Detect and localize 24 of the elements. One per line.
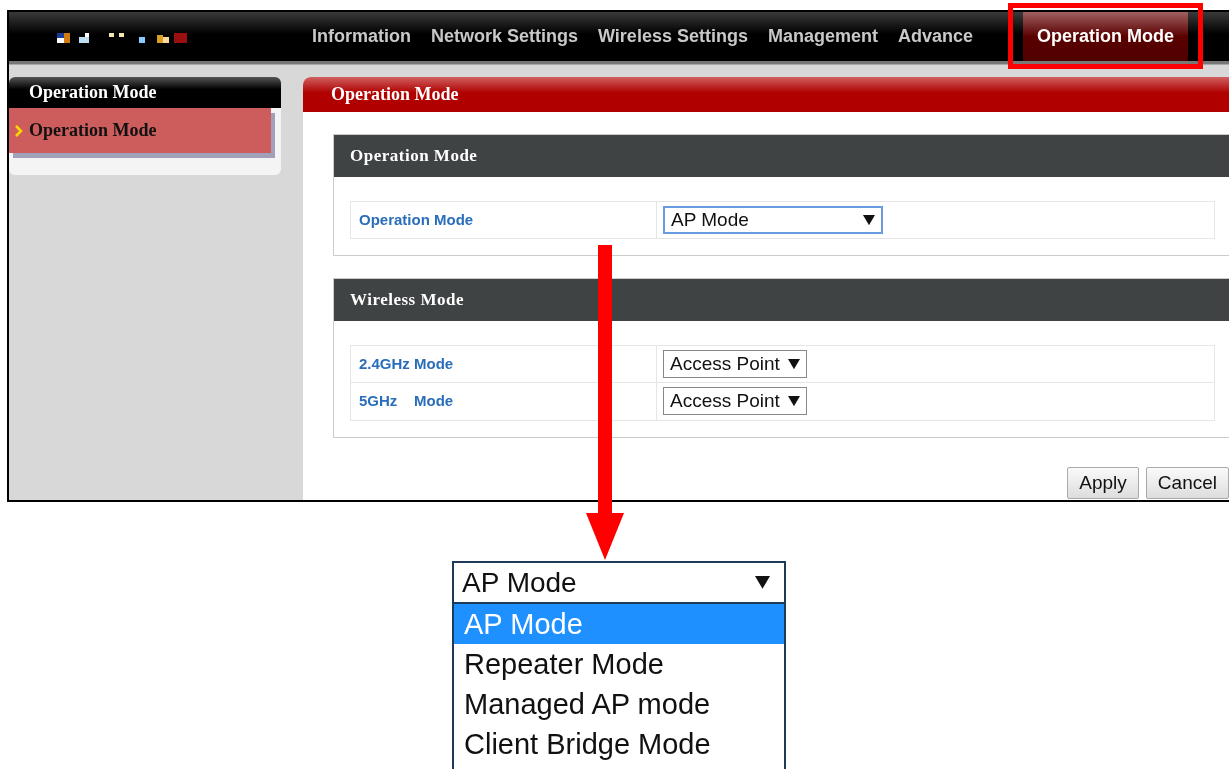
nav-tab[interactable]: Management [757, 12, 888, 61]
dropdown-option[interactable]: Managed AP mode [454, 684, 784, 724]
nav-tab[interactable]: Operation Mode [1023, 12, 1188, 61]
chevron-icon [15, 124, 23, 137]
dropdown[interactable]: AP Mode [663, 205, 883, 234]
apply-button[interactable]: Apply [1067, 466, 1139, 499]
caret-icon [863, 214, 875, 225]
panel-title: Operation Mode [303, 77, 1229, 112]
caret-icon [787, 358, 800, 369]
nav-tab[interactable]: Advance [887, 12, 983, 61]
cancel-button[interactable]: Cancel [1145, 466, 1229, 499]
caret-icon [755, 576, 770, 589]
sidebar-title: Operation Mode [9, 77, 281, 108]
field-label: Operation Mode [351, 201, 657, 238]
caret-icon [787, 396, 800, 407]
section-title: Wireless Mode [334, 279, 1229, 321]
dropdown[interactable]: Access Point [663, 387, 807, 416]
nav-tab[interactable]: Wireless Settings [588, 12, 758, 61]
dropdown[interactable]: Access Point [663, 349, 807, 378]
dropdown-option[interactable]: Client Bridge Mode [454, 724, 784, 764]
nav-tab[interactable]: Information [302, 12, 421, 61]
section-title: Operation Mode [334, 135, 1229, 177]
dropdown-option[interactable]: Repeater Mode [454, 644, 784, 684]
nav-tab[interactable]: Network Settings [421, 12, 589, 61]
